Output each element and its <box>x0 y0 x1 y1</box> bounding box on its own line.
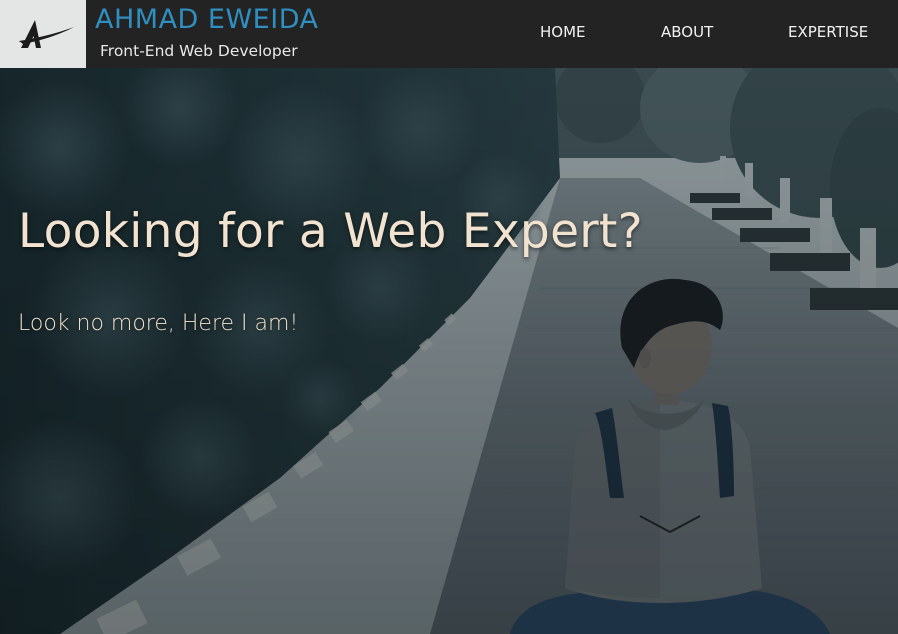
main-nav: HOME ABOUT EXPERTISE <box>0 0 898 68</box>
hero-background-photo <box>0 68 898 634</box>
scroll-down-button[interactable] <box>638 512 702 536</box>
nav-item-expertise[interactable]: EXPERTISE <box>788 23 868 41</box>
nav-item-home[interactable]: HOME <box>540 23 586 41</box>
nav-item-about[interactable]: ABOUT <box>661 23 713 41</box>
hero-section: Looking for a Web Expert? Look no more, … <box>0 68 898 634</box>
hero-title: Looking for a Web Expert? <box>18 204 643 259</box>
chevron-down-icon <box>639 515 701 534</box>
site-header: AHMAD EWEIDA Front-End Web Developer HOM… <box>0 0 898 68</box>
hero-subtitle: Look no more, Here I am! <box>18 311 299 336</box>
